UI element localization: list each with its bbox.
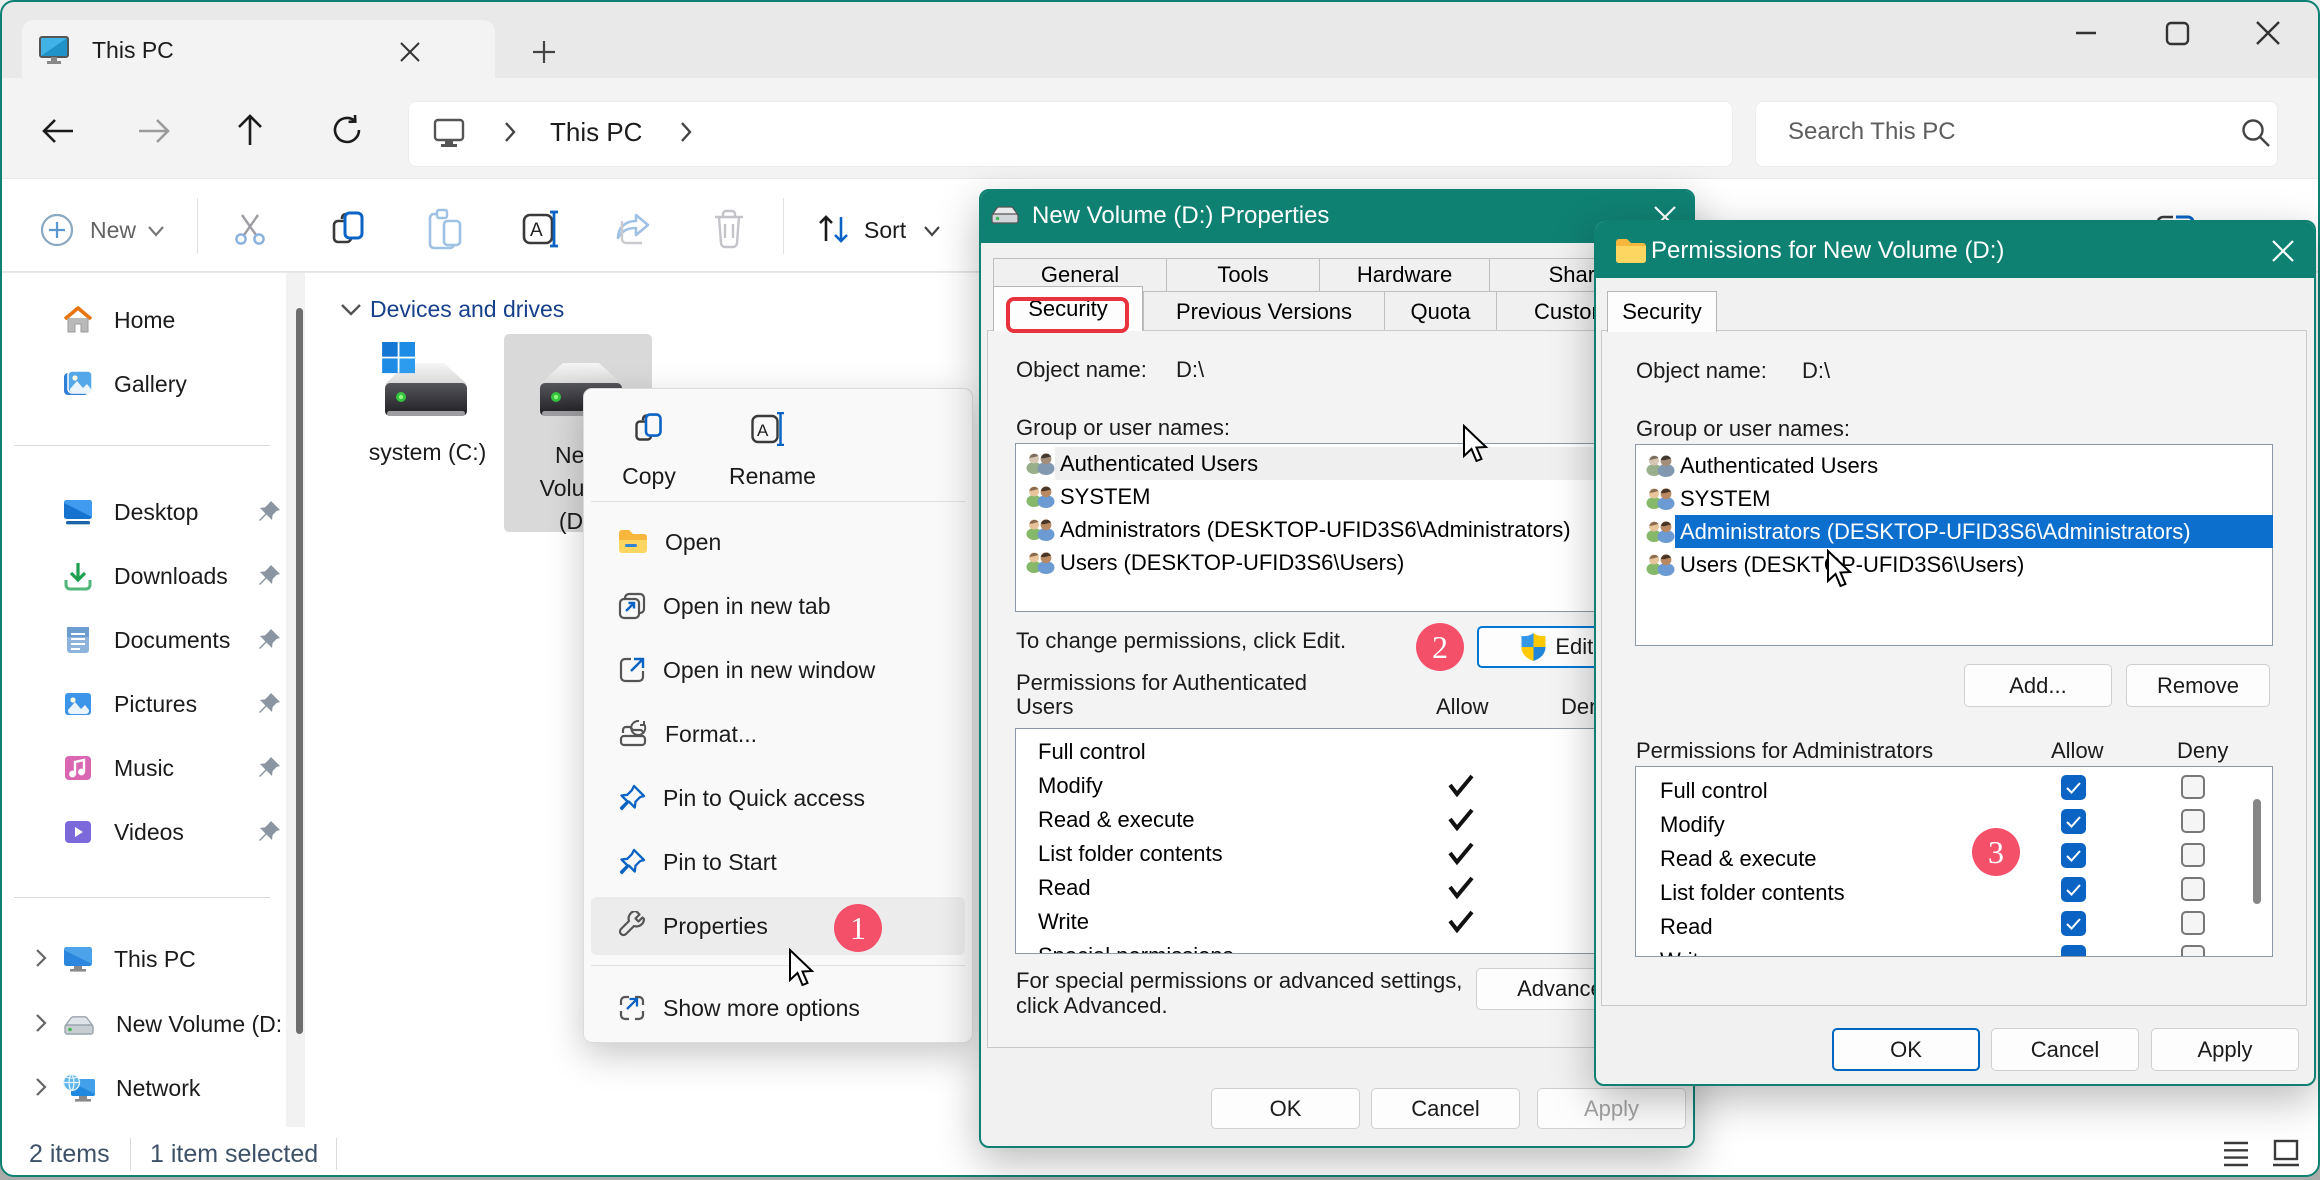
- svg-text:A: A: [757, 421, 769, 440]
- svg-text:A: A: [530, 220, 543, 241]
